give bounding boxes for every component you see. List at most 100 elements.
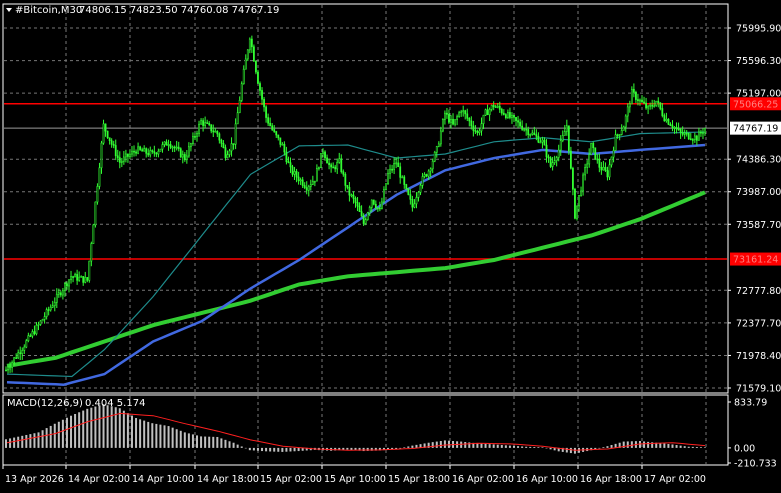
candle-body: [486, 109, 489, 116]
candle-body: [439, 130, 442, 145]
macd-histogram-bar: [110, 406, 113, 448]
candle-body: [70, 276, 72, 281]
macd-histogram-bar: [248, 447, 251, 451]
candle-body: [679, 128, 682, 133]
candle-body: [37, 324, 40, 326]
candle-body: [370, 199, 373, 208]
candle-body: [580, 190, 582, 196]
candle-body: [5, 369, 7, 372]
candle-body: [372, 199, 375, 205]
candle-body: [592, 142, 595, 149]
macd-histogram-bar: [220, 438, 223, 448]
macd-histogram-bar: [114, 407, 117, 448]
candle-body: [104, 123, 107, 132]
macd-histogram-bar: [277, 447, 280, 452]
candle-body: [11, 361, 13, 368]
candle-body: [153, 151, 156, 154]
candle-body: [350, 194, 353, 197]
candle-body: [346, 185, 349, 188]
candle-body: [695, 135, 698, 141]
macd-histogram-bar: [545, 447, 548, 449]
macd-histogram-bar: [480, 443, 483, 448]
trading-chart-window[interactable]: 75995.90 75596.30 75197.00 74386.30 73987.00…: [0, 0, 781, 489]
macd-histogram-bar: [163, 425, 166, 448]
macd-histogram-bar: [151, 423, 154, 448]
candle-body: [409, 194, 412, 200]
candle-body: [444, 112, 446, 120]
candle-body: [368, 207, 371, 214]
candle-body: [147, 152, 150, 156]
candle-body: [273, 129, 276, 132]
candle-body: [378, 207, 381, 210]
candle-body: [236, 112, 239, 125]
candle-body: [66, 283, 68, 287]
macd-histogram-bar: [98, 405, 101, 448]
macd-histogram-bar: [21, 435, 24, 448]
candle-body: [387, 173, 389, 184]
candle-body: [618, 134, 621, 136]
candle-body: [632, 89, 635, 93]
price-tick-label: 72377.70: [736, 318, 781, 329]
time-tick-label: 16 Apr 18:00: [580, 474, 642, 485]
candle-body: [639, 99, 641, 102]
macd-histogram-bar: [228, 441, 231, 448]
macd-histogram-bar: [25, 434, 28, 448]
candle-body: [588, 154, 591, 165]
candle-body: [248, 38, 251, 51]
candle-body: [480, 123, 483, 132]
candle-body: [7, 368, 9, 371]
candle-body: [234, 123, 237, 145]
candle-body: [698, 131, 700, 141]
chart-canvas[interactable]: 75995.9075596.3075197.0074386.3073987.00…: [0, 0, 781, 489]
candle-body: [608, 164, 611, 178]
macd-histogram-bar: [537, 447, 540, 448]
candle-body: [293, 171, 296, 175]
candle-body: [468, 118, 471, 122]
candle-body: [460, 111, 463, 114]
candle-body: [283, 143, 286, 153]
candle-body: [303, 185, 306, 188]
candle-body: [543, 139, 546, 146]
macd-histogram-bar: [94, 406, 97, 448]
price-tick-label: 73587.70: [736, 220, 781, 231]
candle-body: [456, 116, 458, 120]
candle-body: [320, 153, 322, 169]
candle-body: [330, 164, 333, 168]
macd-histogram-bar: [86, 408, 89, 448]
macd-histogram-bar: [236, 444, 239, 448]
candle-body: [620, 130, 623, 135]
candle-body: [155, 152, 158, 155]
candle-body: [86, 277, 89, 281]
candle-body: [135, 151, 137, 154]
candle-body: [336, 161, 339, 170]
candle-body: [171, 146, 174, 149]
candle-body: [167, 144, 170, 146]
macd-histogram-bar: [695, 447, 698, 448]
macd-histogram-bar: [5, 439, 7, 448]
macd-histogram-bar: [683, 446, 686, 448]
candle-body: [584, 167, 587, 176]
candle-body: [586, 163, 589, 168]
candle-body: [606, 170, 609, 178]
candle-body: [108, 137, 111, 141]
macd-histogram-bar: [102, 404, 105, 448]
candle-body: [419, 185, 422, 193]
macd-histogram-bar: [187, 433, 190, 448]
candle-body: [242, 68, 245, 85]
candle-body: [657, 100, 660, 103]
candle-body: [238, 100, 241, 114]
time-tick-label: 16 Apr 02:00: [452, 474, 514, 485]
candle-body: [431, 160, 434, 170]
candle-body: [517, 120, 519, 123]
candle-body: [385, 183, 387, 191]
candle-body: [360, 211, 363, 217]
candle-body: [488, 109, 491, 116]
candle-body: [78, 276, 81, 281]
candle-body: [596, 158, 599, 161]
candle-body: [425, 174, 428, 177]
candle-body: [582, 174, 584, 192]
time-tick-label: 15 Apr 02:00: [260, 474, 322, 485]
macd-histogram-bar: [362, 447, 365, 452]
candle-body: [630, 89, 633, 105]
candle-body: [567, 125, 570, 152]
